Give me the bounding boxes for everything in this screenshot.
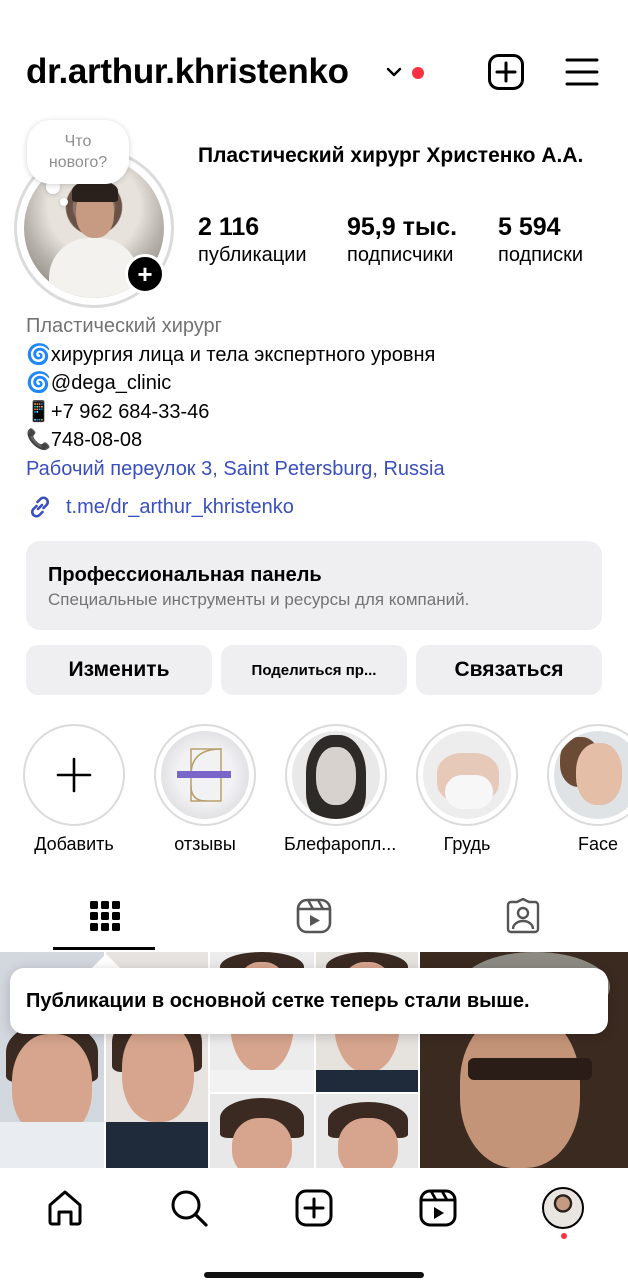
- note-bubble[interactable]: Что нового?: [27, 120, 129, 184]
- notification-dot: [412, 67, 424, 79]
- stat-label: подписки: [498, 244, 584, 266]
- highlight-cover: [554, 731, 628, 819]
- home-indicator: [204, 1272, 424, 1278]
- home-icon[interactable]: [43, 1186, 87, 1230]
- stat-value: 2 116: [198, 213, 260, 241]
- search-icon[interactable]: [167, 1186, 211, 1230]
- contact-button[interactable]: Связаться: [416, 645, 602, 695]
- stat-label: подписчики: [347, 244, 454, 266]
- highlight-label: Добавить: [34, 834, 114, 854]
- create-plus-icon[interactable]: [486, 52, 526, 92]
- stat-value: 95,9 тыс.: [347, 213, 458, 241]
- chevron-down-icon[interactable]: [384, 62, 404, 82]
- bio-line: 📞748-08-08: [26, 429, 143, 451]
- post-thumbnail[interactable]: [210, 1094, 314, 1168]
- tab-grid[interactable]: [0, 880, 209, 952]
- highlight-label: Блефаропл...: [284, 834, 397, 854]
- bio: Пластический хирург 🌀хирургия лица и тел…: [26, 312, 616, 483]
- highlight-label: Face: [577, 834, 619, 854]
- tab-tagged[interactable]: [418, 880, 627, 952]
- stat-value: 5 594: [498, 213, 561, 241]
- share-profile-button[interactable]: Поделиться пр...: [221, 645, 407, 695]
- highlight-breast[interactable]: Грудь: [415, 724, 519, 855]
- professional-dashboard[interactable]: Профессиональная панель Специальные инст…: [26, 541, 602, 630]
- active-tab-indicator: [53, 947, 155, 950]
- bio-link-text: t.me/dr_arthur_khristenko: [66, 495, 294, 518]
- edit-profile-button[interactable]: Изменить: [26, 645, 212, 695]
- create-icon[interactable]: [292, 1186, 336, 1230]
- highlight-blepharoplasty[interactable]: Блефаропл...: [284, 724, 397, 855]
- tab-reels[interactable]: [209, 880, 418, 952]
- highlight-cover: [292, 731, 380, 819]
- post-thumbnail[interactable]: [316, 1094, 418, 1168]
- profile-tab[interactable]: [541, 1186, 585, 1230]
- highlight-label: Грудь: [443, 834, 491, 854]
- bio-location[interactable]: Рабочий переулок 3, Saint Petersburg, Ru…: [26, 455, 616, 484]
- profile-avatar-small: [542, 1187, 584, 1229]
- profile-full-name: Пластический хирург Христенко А.А.: [198, 144, 584, 167]
- bio-line: 📱+7 962 684-33-46: [26, 400, 210, 423]
- username-title[interactable]: dr.arthur.khristenko: [26, 52, 349, 92]
- highlight-reviews[interactable]: отзывы: [153, 724, 257, 855]
- bio-line[interactable]: 🌀@dega_clinic: [26, 369, 616, 398]
- note-text: Что нового?: [48, 133, 108, 171]
- profile-header: dr.arthur.khristenko: [0, 40, 628, 106]
- stat-label: публикации: [198, 244, 307, 266]
- add-story-plus-icon[interactable]: +: [125, 254, 165, 294]
- pro-panel-subtitle: Специальные инструменты и ресурсы для ко…: [48, 590, 470, 609]
- link-icon: [30, 496, 50, 518]
- highlight-cover: [161, 731, 249, 819]
- highlight-add[interactable]: Добавить: [22, 724, 126, 855]
- stat-posts[interactable]: 2 116 публикации: [198, 212, 307, 268]
- pro-panel-title: Профессиональная панель: [48, 564, 322, 586]
- grid-tooltip[interactable]: Публикации в основной сетке теперь стали…: [10, 968, 608, 1034]
- bio-category: Пластический хирург: [26, 315, 222, 337]
- bio-link[interactable]: t.me/dr_arthur_khristenko: [26, 491, 294, 523]
- notification-dot: [561, 1233, 567, 1239]
- grid-icon: [89, 901, 120, 931]
- highlight-face[interactable]: Face: [546, 724, 628, 855]
- bio-line: 🌀хирургия лица и тела экспертного уровня: [26, 343, 436, 366]
- reels-icon[interactable]: [416, 1186, 460, 1230]
- stat-following[interactable]: 5 594 подписки: [498, 212, 583, 268]
- profile-tabs: [0, 880, 628, 952]
- note-bubble-tail: [60, 198, 68, 206]
- highlight-label: отзывы: [174, 834, 236, 854]
- bottom-navigation: [0, 1168, 628, 1280]
- hamburger-menu-icon[interactable]: [562, 52, 602, 92]
- stat-followers[interactable]: 95,9 тыс. подписчики: [347, 212, 457, 268]
- plus-icon: [56, 757, 92, 793]
- reels-icon: [296, 898, 331, 934]
- highlight-cover: [423, 731, 511, 819]
- tagged-icon: [506, 898, 539, 934]
